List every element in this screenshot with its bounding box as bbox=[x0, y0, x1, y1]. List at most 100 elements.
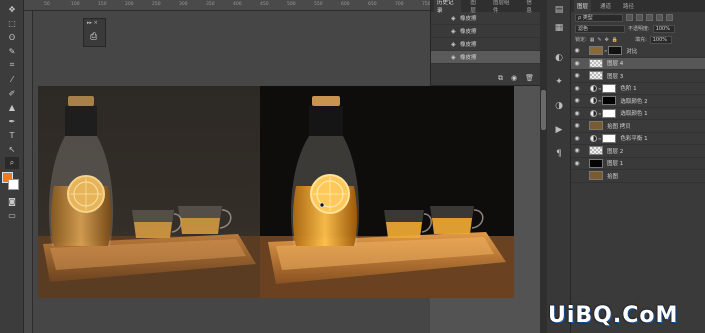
opacity-label: 不透明度: bbox=[628, 26, 650, 32]
visibility-eye-icon[interactable]: ◉ bbox=[571, 72, 583, 79]
crop-tool-icon[interactable]: ⌗ bbox=[5, 59, 19, 71]
layer-list: ◉ ∞ 对比 ◉ 图层 4 ◉ 图层 3 ◉ ∞ 色阶 1 ◉ ∞ 选取颜色 2 ◉ ∞ 选取颜色 1 ◉ 拾图 … bbox=[571, 45, 705, 183]
layer-row[interactable]: ◉ ∞ 色彩平衡 1 bbox=[571, 133, 705, 145]
visibility-eye-icon[interactable]: ◉ bbox=[571, 122, 583, 129]
adjustment-layer-icon bbox=[590, 109, 597, 117]
mask-link-icon[interactable]: ∞ bbox=[598, 136, 601, 141]
scrollbar-thumb[interactable] bbox=[541, 90, 546, 130]
actions-icon[interactable]: ⎙ bbox=[90, 32, 97, 42]
opacity-input[interactable]: 100% bbox=[652, 24, 675, 33]
visibility-eye-icon[interactable]: ◉ bbox=[571, 147, 583, 154]
layer-filter-select[interactable]: ρ 类型 bbox=[575, 13, 623, 22]
layer-row[interactable]: ◉ 图层 3 bbox=[571, 70, 705, 83]
collapsed-panel[interactable]: ▸▸ × ⎙ bbox=[83, 18, 106, 47]
new-snapshot-icon[interactable]: ◉ bbox=[511, 74, 517, 83]
zoom-tool-icon[interactable]: ⌕ bbox=[5, 157, 19, 169]
visibility-eye-icon[interactable]: ◉ bbox=[571, 60, 583, 67]
blend-mode-select[interactable]: 滤色 bbox=[575, 24, 625, 33]
visibility-eye-icon[interactable]: ◉ bbox=[571, 110, 583, 117]
tab-paths[interactable]: 路径 bbox=[620, 0, 637, 12]
layer-row[interactable]: ◉ ∞ 色阶 1 bbox=[571, 83, 705, 95]
properties-panel-icon[interactable]: ◑ bbox=[553, 100, 565, 112]
visibility-eye-icon[interactable]: ◉ bbox=[571, 97, 583, 104]
layer-row[interactable]: ◉ ∞ 选取颜色 2 bbox=[571, 95, 705, 108]
filter-pixel-icon[interactable] bbox=[626, 14, 633, 21]
layer-row[interactable]: ◉ 拾图 拷贝 bbox=[571, 120, 705, 133]
adjustment-layer-icon bbox=[590, 97, 597, 105]
filter-adjustment-icon[interactable] bbox=[636, 14, 643, 21]
background-color-swatch[interactable] bbox=[8, 179, 19, 190]
delete-state-icon[interactable]: 🗑 bbox=[525, 74, 534, 83]
new-document-from-state-icon[interactable]: ⧉ bbox=[498, 74, 503, 83]
path-select-tool-icon[interactable]: ↖ bbox=[5, 143, 19, 155]
mask-link-icon[interactable]: ∞ bbox=[604, 48, 607, 53]
marquee-tool-icon[interactable]: ⬚ bbox=[5, 17, 19, 29]
ruler-tick-label: 350 bbox=[206, 2, 215, 7]
eyedropper-tool-icon[interactable]: ⁄ bbox=[5, 73, 19, 85]
play-action-icon[interactable]: ▶ bbox=[553, 124, 565, 136]
layer-thumbnail[interactable] bbox=[589, 171, 603, 181]
adjustments-panel-icon[interactable]: ◐ bbox=[553, 52, 565, 64]
layer-row[interactable]: ◉ 图层 2 bbox=[571, 145, 705, 158]
panel-scrollbar[interactable] bbox=[540, 0, 547, 333]
styles-panel-icon[interactable]: ✦ bbox=[553, 76, 565, 88]
lock-all-icon[interactable]: 🔒 bbox=[612, 37, 618, 43]
layer-thumbnail[interactable] bbox=[589, 158, 603, 168]
lock-move-icon[interactable]: ✥ bbox=[605, 37, 609, 43]
carafe-photo-before bbox=[38, 86, 260, 298]
visibility-eye-icon[interactable]: ◉ bbox=[571, 47, 583, 54]
type-tool-icon[interactable]: T bbox=[5, 129, 19, 141]
history-item[interactable]: ◈ 橡皮擦 bbox=[431, 38, 540, 51]
layer-mask-thumbnail[interactable] bbox=[608, 46, 623, 56]
color-panel-icon[interactable]: ▤ bbox=[553, 4, 565, 16]
document-image-after[interactable] bbox=[260, 86, 514, 298]
quick-mask-icon[interactable]: ◙ bbox=[5, 195, 19, 207]
mask-link-icon[interactable]: ∞ bbox=[598, 86, 601, 91]
screen-mode-icon[interactable]: ▭ bbox=[5, 209, 19, 221]
layer-thumbnail[interactable] bbox=[589, 46, 603, 56]
collapsed-panel-header: ▸▸ × bbox=[87, 20, 98, 26]
layer-mask-thumbnail[interactable] bbox=[602, 133, 617, 143]
visibility-eye-icon[interactable]: ◉ bbox=[571, 135, 583, 142]
visibility-eye-icon[interactable]: ◉ bbox=[571, 85, 583, 92]
clone-stamp-tool-icon[interactable]: ▲ bbox=[5, 101, 19, 113]
layer-mask-thumbnail[interactable] bbox=[602, 108, 617, 118]
layer-thumbnail[interactable] bbox=[589, 146, 603, 156]
fill-input[interactable]: 100% bbox=[649, 35, 672, 44]
layer-row[interactable]: ◉ ∞ 对比 bbox=[571, 45, 705, 58]
ruler-tick-label: 400 bbox=[233, 2, 242, 7]
tab-channels[interactable]: 通道 bbox=[597, 0, 614, 12]
history-item-current[interactable]: ◈ 橡皮擦 bbox=[431, 51, 540, 64]
history-item[interactable]: ◈ 橡皮擦 bbox=[431, 12, 540, 25]
mask-link-icon[interactable]: ∞ bbox=[598, 111, 601, 116]
layer-mask-thumbnail[interactable] bbox=[602, 83, 617, 93]
filter-smart-icon[interactable] bbox=[666, 14, 673, 21]
layer-row[interactable]: 拾图 bbox=[571, 170, 705, 183]
lasso-tool-icon[interactable]: ʘ bbox=[5, 31, 19, 43]
swatches-panel-icon[interactable]: ▦ bbox=[553, 22, 565, 34]
layer-thumbnail[interactable] bbox=[589, 71, 603, 81]
visibility-eye-icon[interactable]: ◉ bbox=[571, 160, 583, 167]
layer-row[interactable]: ◉ 图层 1 bbox=[571, 158, 705, 170]
brush-tool-icon[interactable]: ✐ bbox=[5, 87, 19, 99]
tab-layers[interactable]: 图层 bbox=[574, 0, 592, 12]
layer-mask-thumbnail[interactable] bbox=[602, 96, 617, 106]
lock-paint-icon[interactable]: ✎ bbox=[597, 37, 601, 43]
lock-transparent-icon[interactable]: ▦ bbox=[590, 37, 595, 43]
layer-thumbnail[interactable] bbox=[589, 58, 603, 68]
layer-thumbnail[interactable] bbox=[589, 121, 603, 131]
paragraph-panel-icon[interactable]: ¶ bbox=[553, 148, 565, 160]
quick-select-tool-icon[interactable]: ✎ bbox=[5, 45, 19, 57]
pen-tool-icon[interactable]: ✒ bbox=[5, 115, 19, 127]
history-item[interactable]: ◈ 橡皮擦 bbox=[431, 25, 540, 38]
mask-link-icon[interactable]: ∞ bbox=[598, 98, 601, 103]
filter-type-icon[interactable] bbox=[646, 14, 653, 21]
ruler-tick-label: 550 bbox=[314, 2, 323, 7]
layer-name: 选取颜色 1 bbox=[620, 111, 648, 118]
filter-shape-icon[interactable] bbox=[656, 14, 663, 21]
move-tool-icon[interactable]: ✥ bbox=[5, 3, 19, 15]
layer-row[interactable]: ◉ 图层 4 bbox=[571, 57, 705, 70]
document-image-before[interactable] bbox=[38, 86, 260, 298]
watermark-logo: UiBQ.CoM bbox=[548, 303, 679, 328]
layer-row[interactable]: ◉ ∞ 选取颜色 1 bbox=[571, 108, 705, 120]
